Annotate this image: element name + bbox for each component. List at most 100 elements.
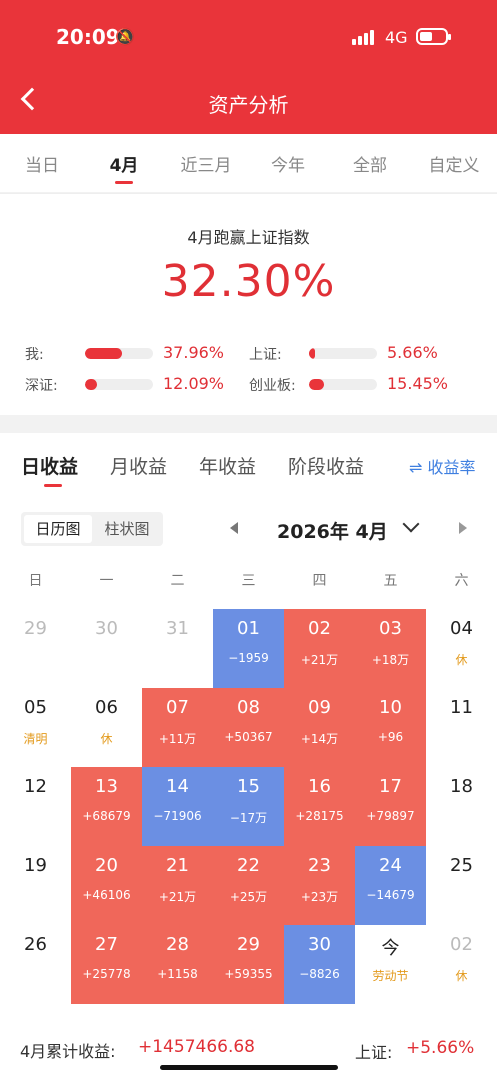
beat-label: 4月跑赢上证指数 bbox=[187, 228, 310, 247]
day-amount: 清明 bbox=[23, 732, 48, 746]
returns-card: 日收益 月收益 年收益 阶段收益 ⇌ 收益率 日历图 柱状图 2026年 4月 … bbox=[0, 433, 497, 1080]
calendar-day[interactable]: 02 休 bbox=[426, 925, 497, 1004]
day-number: 22 bbox=[237, 855, 260, 876]
calendar-day[interactable]: 27 +25778 bbox=[71, 925, 142, 1004]
tab-daily-return[interactable]: 日收益 bbox=[21, 452, 78, 487]
calendar-day[interactable]: 25 bbox=[426, 846, 497, 925]
day-amount: +46106 bbox=[82, 888, 131, 902]
calendar-day[interactable]: 20 +46106 bbox=[71, 846, 142, 925]
day-number: 09 bbox=[308, 697, 331, 718]
calendar-day[interactable]: 23 +23万 bbox=[284, 846, 355, 925]
day-number: 29 bbox=[24, 618, 47, 639]
page-title: 资产分析 bbox=[208, 93, 289, 117]
calendar-day[interactable]: 24 −14679 bbox=[355, 846, 426, 925]
day-number: 16 bbox=[308, 776, 331, 797]
weekday-label: 六 bbox=[454, 573, 469, 589]
day-amount: +25778 bbox=[82, 967, 131, 981]
day-number: 15 bbox=[237, 776, 260, 797]
network-type: 4G bbox=[385, 28, 408, 47]
calendar-day[interactable]: 30 bbox=[71, 609, 142, 688]
day-number: 26 bbox=[24, 934, 47, 955]
tab-all[interactable]: 全部 bbox=[328, 151, 412, 176]
compare-shenzhen: 深证: 12.09% bbox=[25, 374, 225, 396]
tab-custom[interactable]: 自定义 bbox=[412, 151, 496, 176]
calendar-day[interactable]: 03 +18万 bbox=[355, 609, 426, 688]
day-amount: +50367 bbox=[224, 730, 273, 744]
calendar-day[interactable]: 06 休 bbox=[71, 688, 142, 767]
tab-three-months[interactable]: 近三月 bbox=[164, 151, 248, 176]
day-number: 02 bbox=[308, 618, 331, 639]
tab-stage-return[interactable]: 阶段收益 bbox=[288, 452, 364, 479]
compare-label: 上证: bbox=[249, 347, 282, 363]
day-amount: +96 bbox=[377, 730, 404, 744]
day-number: 30 bbox=[95, 618, 118, 639]
day-amount: +23万 bbox=[300, 890, 339, 904]
calendar-day[interactable]: 28 +1158 bbox=[142, 925, 213, 1004]
calendar-day[interactable]: 08 +50367 bbox=[213, 688, 284, 767]
beat-percentage: 32.30% bbox=[161, 256, 336, 307]
calendar-day[interactable]: 10 +96 bbox=[355, 688, 426, 767]
tab-april[interactable]: 4月 bbox=[82, 151, 166, 184]
tab-monthly-return[interactable]: 月收益 bbox=[110, 452, 167, 479]
day-amount: 劳动节 bbox=[372, 969, 409, 983]
day-amount: −8826 bbox=[299, 967, 340, 981]
tab-today[interactable]: 当日 bbox=[0, 151, 84, 176]
calendar-day[interactable]: 02 +21万 bbox=[284, 609, 355, 688]
month-label[interactable]: 2026年 4月 bbox=[277, 517, 388, 544]
compare-label: 创业板: bbox=[249, 378, 296, 394]
progress-track bbox=[309, 348, 377, 359]
shanghai-label: 上证: bbox=[355, 1043, 393, 1062]
calendar-day[interactable]: 07 +11万 bbox=[142, 688, 213, 767]
rate-toggle-button[interactable]: ⇌ 收益率 bbox=[409, 454, 476, 478]
day-number: 20 bbox=[95, 855, 118, 876]
calendar-day[interactable]: 16 +28175 bbox=[284, 767, 355, 846]
chevron-down-icon[interactable] bbox=[402, 515, 420, 533]
calendar-day[interactable]: 04 休 bbox=[426, 609, 497, 688]
mute-bell-icon: 🔕 bbox=[115, 27, 135, 46]
calendar-day[interactable]: 22 +25万 bbox=[213, 846, 284, 925]
app-header: 20:09 🔕 4G 资产分析 bbox=[0, 0, 497, 134]
day-number: 14 bbox=[166, 776, 189, 797]
calendar-day[interactable]: 26 bbox=[0, 925, 71, 1004]
bar-view-button[interactable]: 柱状图 bbox=[93, 515, 161, 543]
compare-value: 12.09% bbox=[163, 374, 225, 393]
prev-month-icon[interactable] bbox=[230, 522, 238, 534]
day-number: 04 bbox=[450, 618, 473, 639]
day-number: 11 bbox=[450, 697, 473, 718]
calendar-day[interactable]: 21 +21万 bbox=[142, 846, 213, 925]
day-amount: 休 bbox=[455, 653, 468, 667]
day-number: 07 bbox=[166, 697, 189, 718]
day-amount: −14679 bbox=[366, 888, 415, 902]
calendar-day[interactable]: 17 +79897 bbox=[355, 767, 426, 846]
home-indicator[interactable] bbox=[160, 1065, 338, 1070]
calendar-day[interactable]: 30 −8826 bbox=[284, 925, 355, 1004]
calendar-day[interactable]: 11 bbox=[426, 688, 497, 767]
calendar-day[interactable]: 29 +59355 bbox=[213, 925, 284, 1004]
calendar-day[interactable]: 12 bbox=[0, 767, 71, 846]
calendar-day[interactable]: 13 +68679 bbox=[71, 767, 142, 846]
calendar-day[interactable]: 18 bbox=[426, 767, 497, 846]
compare-chinext: 创业板: 15.45% bbox=[249, 374, 469, 396]
day-number: 06 bbox=[95, 697, 118, 718]
calendar-day[interactable]: 19 bbox=[0, 846, 71, 925]
calendar-day[interactable]: 今劳动节 bbox=[355, 925, 426, 1004]
calendar-day[interactable]: 14 −71906 bbox=[142, 767, 213, 846]
calendar-view-button[interactable]: 日历图 bbox=[24, 515, 92, 543]
next-month-icon[interactable] bbox=[459, 522, 467, 534]
calendar-day[interactable]: 09 +14万 bbox=[284, 688, 355, 767]
calendar-day[interactable]: 01 −1959 bbox=[213, 609, 284, 688]
day-number: 18 bbox=[450, 776, 473, 797]
tab-yearly-return[interactable]: 年收益 bbox=[199, 452, 256, 479]
tab-this-year[interactable]: 今年 bbox=[246, 151, 330, 176]
calendar-day[interactable]: 31 bbox=[142, 609, 213, 688]
day-number: 02 bbox=[450, 934, 473, 955]
day-amount: −17万 bbox=[229, 811, 268, 825]
day-amount: +21万 bbox=[158, 890, 197, 904]
calendar-day[interactable]: 29 bbox=[0, 609, 71, 688]
day-amount: +79897 bbox=[366, 809, 415, 823]
calendar-day[interactable]: 15 −17万 bbox=[213, 767, 284, 846]
compare-value: 15.45% bbox=[387, 374, 449, 393]
calendar-day[interactable]: 05 清明 bbox=[0, 688, 71, 767]
compare-label: 我: bbox=[25, 347, 44, 363]
day-number: 01 bbox=[237, 618, 260, 639]
